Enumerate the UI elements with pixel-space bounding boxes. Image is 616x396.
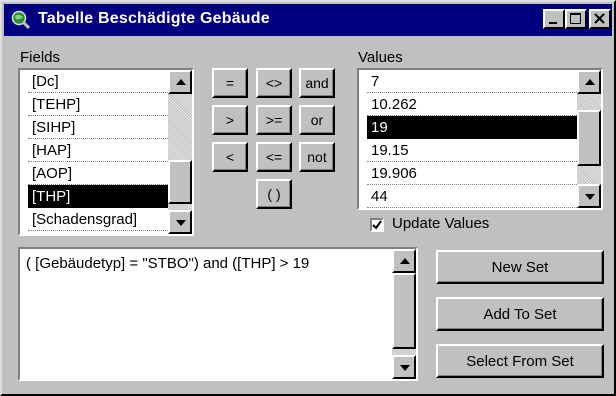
arrow-down-icon bbox=[400, 365, 410, 371]
update-values-label[interactable]: Update Values bbox=[392, 215, 489, 232]
values-scrollbar[interactable] bbox=[577, 70, 601, 208]
not-button[interactable]: not bbox=[299, 142, 335, 172]
query-builder-window: Tabelle Beschädigte Gebäude Fields [Dc] … bbox=[0, 0, 616, 396]
arrow-down-icon bbox=[585, 194, 595, 200]
expression-textarea[interactable]: ( [Gebäudetyp] = "STBO") and ([THP] > 19 bbox=[18, 247, 418, 381]
greater-than-button[interactable]: > bbox=[212, 105, 248, 135]
value-item[interactable]: 7 bbox=[367, 70, 579, 93]
values-scroll-up-button[interactable] bbox=[577, 70, 601, 94]
fields-scrollbar[interactable] bbox=[168, 70, 192, 234]
parentheses-button[interactable]: ( ) bbox=[256, 179, 292, 209]
less-equal-button[interactable]: <= bbox=[256, 142, 292, 172]
field-item-selected[interactable]: [THP] bbox=[28, 185, 170, 208]
close-icon bbox=[594, 13, 605, 24]
fields-scroll-thumb[interactable] bbox=[168, 160, 192, 204]
value-item[interactable]: 44 bbox=[367, 185, 579, 208]
field-item[interactable]: [SIHP] bbox=[28, 116, 170, 139]
value-item[interactable]: 19.906 bbox=[367, 162, 579, 185]
expression-scroll-thumb[interactable] bbox=[392, 273, 416, 349]
arrow-up-icon bbox=[400, 258, 410, 264]
close-button[interactable] bbox=[589, 9, 611, 29]
fields-scroll-up-button[interactable] bbox=[168, 70, 192, 94]
expression-scroll-down-button[interactable] bbox=[392, 355, 416, 379]
maximize-icon bbox=[570, 13, 581, 24]
value-item[interactable]: 10.262 bbox=[367, 93, 579, 116]
field-item[interactable]: [TEHP] bbox=[28, 93, 170, 116]
values-scroll-thumb[interactable] bbox=[577, 110, 601, 166]
greater-equal-button[interactable]: >= bbox=[256, 105, 292, 135]
title-bar[interactable]: Tabelle Beschädigte Gebäude bbox=[4, 4, 612, 36]
arrow-up-icon bbox=[585, 79, 595, 85]
fields-scroll-down-button[interactable] bbox=[168, 210, 192, 234]
value-item-selected[interactable]: 19 bbox=[367, 116, 579, 139]
minimize-button[interactable] bbox=[543, 9, 565, 29]
and-button[interactable]: and bbox=[299, 68, 335, 98]
values-scroll-down-button[interactable] bbox=[577, 184, 601, 208]
arrow-up-icon bbox=[176, 79, 186, 85]
field-item[interactable]: [Schadensgrad] bbox=[28, 208, 170, 231]
field-item[interactable]: [AOP] bbox=[28, 162, 170, 185]
less-than-button[interactable]: < bbox=[212, 142, 248, 172]
select-from-set-button[interactable]: Select From Set bbox=[436, 344, 604, 378]
add-to-set-button[interactable]: Add To Set bbox=[436, 297, 604, 331]
globe-magnifier-icon bbox=[10, 9, 32, 31]
checkmark-icon bbox=[372, 220, 382, 230]
expression-scrollbar[interactable] bbox=[392, 249, 416, 379]
or-button[interactable]: or bbox=[299, 105, 335, 135]
arrow-down-icon bbox=[176, 220, 186, 226]
values-label: Values bbox=[358, 49, 403, 66]
fields-list[interactable]: [Dc] [TEHP] [SIHP] [HAP] [AOP] [THP] [Sc… bbox=[18, 68, 194, 236]
new-set-button[interactable]: New Set bbox=[436, 250, 604, 284]
window-title: Tabelle Beschädigte Gebäude bbox=[38, 10, 270, 27]
maximize-button[interactable] bbox=[565, 9, 587, 29]
values-list[interactable]: 7 10.262 19 19.15 19.906 44 bbox=[357, 68, 603, 210]
update-values-checkbox[interactable] bbox=[370, 218, 384, 232]
expression-text: ( [Gebäudetyp] = "STBO") and ([THP] > 19 bbox=[26, 255, 310, 272]
not-equals-button[interactable]: <> bbox=[256, 68, 292, 98]
expression-scroll-up-button[interactable] bbox=[392, 249, 416, 273]
field-item[interactable]: [HAP] bbox=[28, 139, 170, 162]
field-item[interactable]: [Dc] bbox=[28, 70, 170, 93]
minimize-icon bbox=[549, 22, 557, 24]
equals-button[interactable]: = bbox=[212, 68, 248, 98]
fields-label: Fields bbox=[20, 49, 61, 66]
value-item[interactable]: 19.15 bbox=[367, 139, 579, 162]
